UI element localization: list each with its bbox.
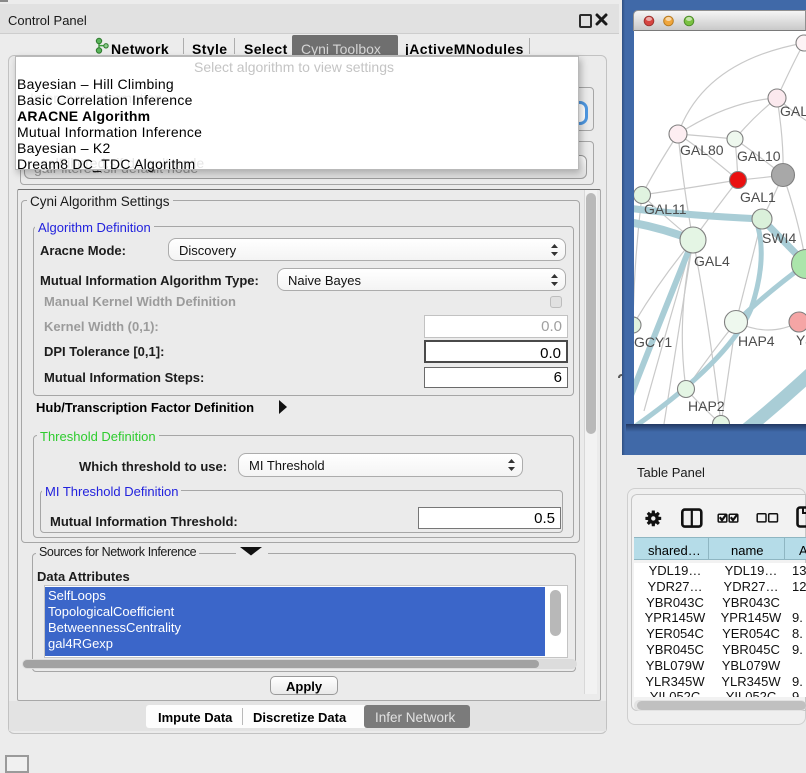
svg-text:GAL7: GAL7 — [780, 103, 806, 119]
svg-text:YJ: YJ — [796, 332, 806, 348]
svg-text:GAL1: GAL1 — [740, 189, 776, 205]
svg-text:SWI4: SWI4 — [762, 230, 796, 246]
svg-text:GAL80: GAL80 — [680, 142, 724, 158]
svg-text:HAP4: HAP4 — [738, 333, 775, 349]
svg-text:GAL11: GAL11 — [644, 201, 687, 217]
svg-text:GAL10: GAL10 — [737, 148, 781, 164]
svg-text:GCY1: GCY1 — [634, 334, 672, 350]
svg-text:HAP2: HAP2 — [688, 398, 725, 414]
svg-text:GAL4: GAL4 — [694, 253, 730, 269]
